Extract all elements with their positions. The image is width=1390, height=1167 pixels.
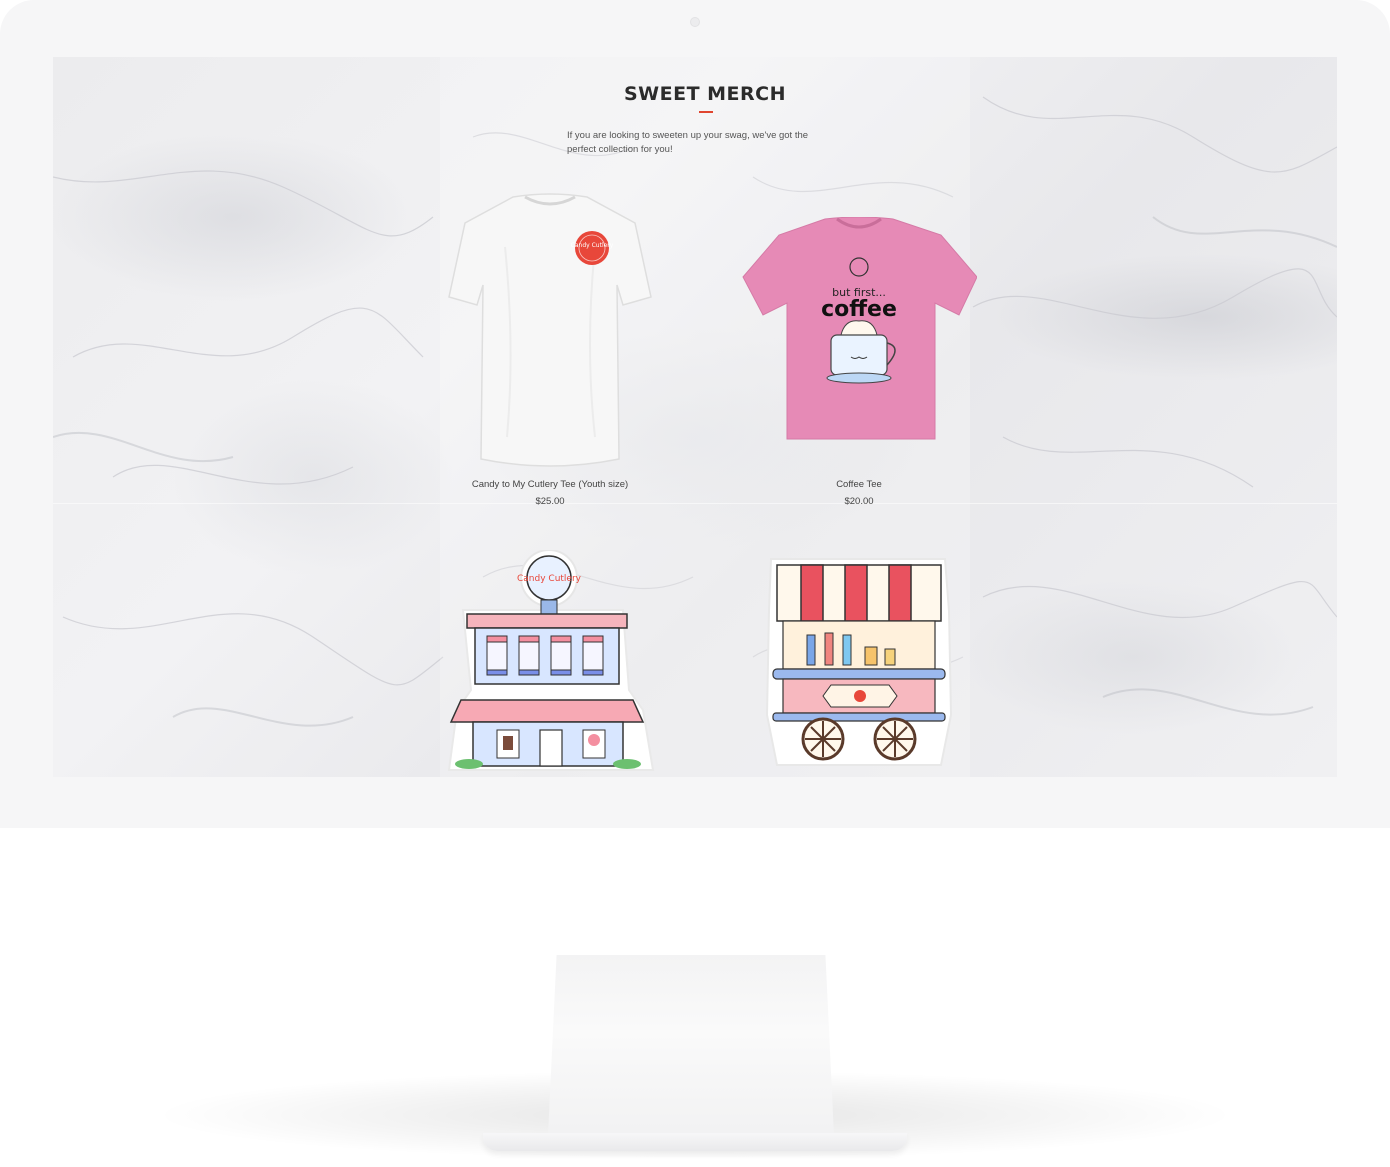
tee-print-line2: coffee: [821, 297, 897, 322]
product-price: $25.00: [535, 496, 565, 507]
product-image-white-tshirt[interactable]: Candy Cutlery: [445, 187, 655, 477]
monitor-stand-neck: [548, 955, 834, 1136]
tee-logo-text: Candy Cutlery: [571, 242, 614, 249]
product-card[interactable]: Candy Cutlery: [443, 550, 659, 777]
title-underline: [699, 111, 713, 113]
monitor-frame: SWEET MERCH If you are looking to sweete…: [0, 0, 1390, 828]
website-screen: SWEET MERCH If you are looking to sweete…: [53, 57, 1337, 777]
monitor-stand-base: [483, 1133, 907, 1151]
row-divider: [53, 503, 1337, 504]
product-card[interactable]: [765, 555, 955, 777]
product-card[interactable]: but first... coffee Coffee Tee $20.00: [741, 187, 977, 517]
section-title: SWEET MERCH: [623, 83, 787, 105]
product-name[interactable]: Candy to My Cutlery Tee (Youth size): [445, 479, 655, 490]
product-price: $20.00: [844, 496, 874, 507]
webcam-dot: [690, 17, 700, 27]
product-image-candy-shop-sticker[interactable]: Candy Cutlery: [443, 550, 659, 777]
shop-sign-text: Candy Cutlery: [517, 574, 582, 584]
section-intro: If you are looking to sweeten up your sw…: [567, 130, 809, 155]
product-name[interactable]: Coffee Tee: [741, 479, 977, 490]
product-image-pink-coffee-tshirt[interactable]: but first... coffee: [741, 217, 977, 442]
product-card[interactable]: Candy Cutlery Candy to My Cutlery Tee (Y…: [445, 187, 655, 517]
product-image-candy-cart-sticker[interactable]: [765, 555, 955, 777]
